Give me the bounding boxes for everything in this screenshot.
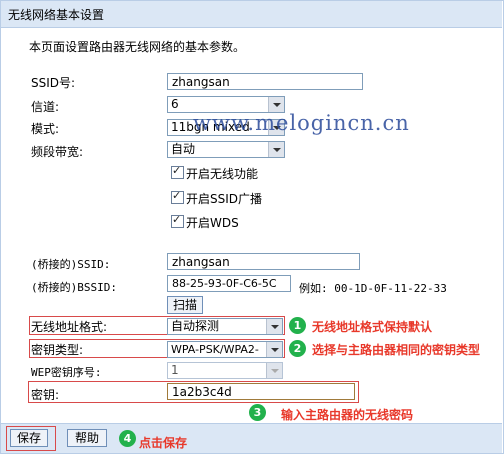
wep-index-value: 1 bbox=[171, 363, 179, 377]
key-input[interactable]: 1a2b3c4d bbox=[167, 383, 355, 400]
bridge-ssid-label: (桥接的)SSID: bbox=[31, 258, 111, 271]
save-button[interactable]: 保存 bbox=[10, 429, 48, 447]
enable-wireless-checkbox[interactable] bbox=[171, 164, 184, 179]
page-title: 无线网络基本设置 bbox=[8, 8, 105, 22]
chevron-down-icon bbox=[266, 342, 282, 357]
chevron-down-icon bbox=[266, 319, 282, 334]
addr-format-select[interactable]: 自动探测 bbox=[167, 318, 283, 335]
intro-text: 本页面设置路由器无线网络的基本参数。 bbox=[29, 40, 246, 54]
scan-button[interactable]: 扫描 bbox=[167, 296, 203, 314]
step-4-note: 点击保存 bbox=[139, 436, 188, 450]
addr-format-value: 自动探测 bbox=[171, 319, 220, 333]
channel-value: 6 bbox=[171, 97, 179, 111]
channel-label: 信道: bbox=[31, 100, 60, 114]
ssid-broadcast-checkbox[interactable] bbox=[171, 189, 184, 204]
wep-index-label: WEP密钥序号: bbox=[31, 366, 102, 379]
step-2-badge: 2 bbox=[289, 340, 306, 357]
ssid-label: SSID号: bbox=[31, 76, 76, 90]
enable-wds-checkbox[interactable] bbox=[171, 213, 184, 228]
ssid-broadcast-label: 开启SSID广播 bbox=[186, 192, 263, 206]
bridge-ssid-input[interactable]: zhangsan bbox=[167, 253, 360, 270]
wep-index-select[interactable]: 1 bbox=[167, 362, 283, 379]
help-button[interactable]: 帮助 bbox=[67, 429, 107, 447]
watermark: www.melogincn.cn bbox=[193, 111, 410, 135]
mode-label: 模式: bbox=[31, 122, 60, 136]
bandwidth-select[interactable]: 自动 bbox=[167, 141, 285, 158]
bandwidth-label: 频段带宽: bbox=[31, 145, 84, 159]
bridge-bssid-input[interactable]: 88-25-93-0F-C6-5C bbox=[167, 275, 291, 292]
key-type-select[interactable]: WPA-PSK/WPA2- bbox=[167, 341, 283, 358]
enable-wireless-label: 开启无线功能 bbox=[186, 167, 259, 181]
step-1-note: 无线地址格式保持默认 bbox=[312, 320, 433, 334]
chevron-down-icon bbox=[268, 97, 284, 112]
title-bar: 无线网络基本设置 bbox=[1, 1, 502, 28]
addr-format-label: 无线地址格式: bbox=[31, 320, 108, 334]
bssid-example-hint: 例如: 00-1D-0F-11-22-33 bbox=[299, 282, 447, 295]
key-type-label: 密钥类型: bbox=[31, 343, 84, 357]
bandwidth-value: 自动 bbox=[171, 142, 196, 156]
ssid-input[interactable]: zhangsan bbox=[167, 73, 363, 90]
step-4-badge: 4 bbox=[119, 430, 136, 447]
key-type-value: WPA-PSK/WPA2- bbox=[171, 343, 259, 356]
enable-wds-label: 开启WDS bbox=[186, 216, 239, 230]
step-2-note: 选择与主路由器相同的密钥类型 bbox=[312, 343, 481, 357]
key-label: 密钥: bbox=[31, 388, 60, 402]
chevron-down-icon bbox=[268, 142, 284, 157]
bridge-bssid-label: (桥接的)BSSID: bbox=[31, 281, 117, 294]
step-3-note: 输入主路由器的无线密码 bbox=[281, 408, 414, 422]
step-1-badge: 1 bbox=[289, 317, 306, 334]
chevron-down-icon bbox=[266, 363, 282, 378]
step-3-badge: 3 bbox=[249, 404, 266, 421]
